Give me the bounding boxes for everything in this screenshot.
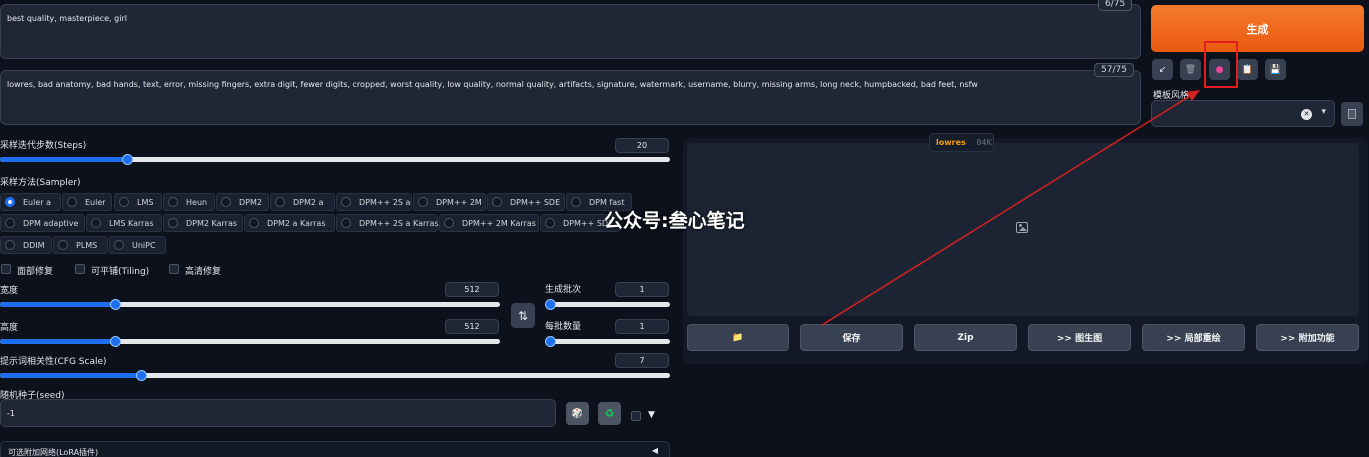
watermark-text: 公众号:叁心笔记 <box>604 210 745 232</box>
